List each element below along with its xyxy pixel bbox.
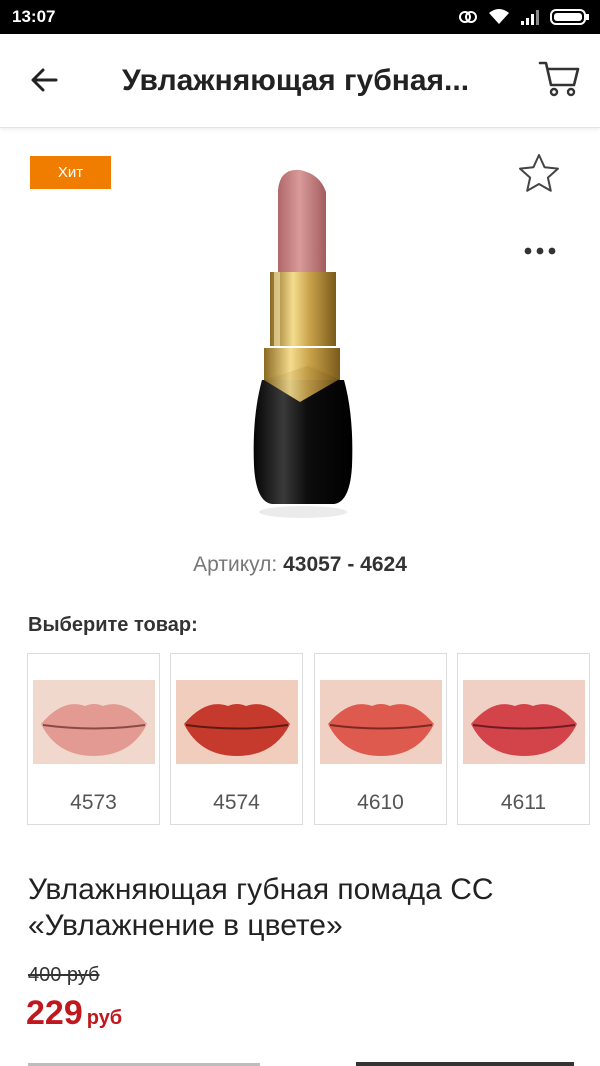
back-button[interactable] xyxy=(24,62,64,102)
new-price-amount: 229 xyxy=(26,994,83,1032)
favorite-button[interactable] xyxy=(514,150,564,200)
product-image xyxy=(240,166,366,522)
battery-icon xyxy=(550,8,590,26)
new-price: 229 руб xyxy=(26,994,122,1033)
new-price-currency: руб xyxy=(86,1007,123,1029)
status-bar: 13:07 xyxy=(0,0,600,34)
variant-card[interactable]: 4573 xyxy=(27,653,160,825)
variant-code: 4610 xyxy=(357,791,404,814)
link-icon xyxy=(458,8,478,26)
add-to-cart-button[interactable] xyxy=(356,1062,574,1066)
variant-code: 4573 xyxy=(70,791,117,814)
more-options-button[interactable] xyxy=(514,234,566,270)
variant-code: 4574 xyxy=(213,791,260,814)
lip-swatch-image xyxy=(176,680,298,764)
signal-icon xyxy=(520,8,540,26)
page-title: Увлажняющая губная... xyxy=(122,64,470,97)
wifi-icon xyxy=(488,8,510,26)
variant-card[interactable]: 4611 xyxy=(457,653,590,825)
lip-swatch-image xyxy=(463,680,585,764)
variant-code: 4611 xyxy=(500,791,547,814)
cart-button[interactable] xyxy=(534,58,584,104)
choose-product-label: Выберите товар: xyxy=(28,614,198,636)
variant-card[interactable]: 4574 xyxy=(170,653,303,825)
hit-badge: Хит xyxy=(30,156,111,189)
product-name: Увлажняющая губная помада СС «Увлажнение… xyxy=(28,873,494,942)
star-icon xyxy=(518,153,560,198)
cart-icon xyxy=(538,60,580,103)
arrow-left-icon xyxy=(30,67,58,98)
article-value: 43057 - 4624 xyxy=(283,553,407,576)
status-time: 13:07 xyxy=(12,7,56,26)
variant-card[interactable]: 4610 xyxy=(314,653,447,825)
status-icons xyxy=(458,7,590,27)
lip-swatch-image xyxy=(33,680,155,764)
lip-swatch-image xyxy=(320,680,442,764)
article-label: Артикул: xyxy=(193,553,278,576)
more-dots-icon xyxy=(523,243,557,261)
variant-list: 4573 4574 4610 4611 xyxy=(27,653,591,825)
article-number: Артикул: 43057 - 4624 xyxy=(0,553,600,577)
old-price: 400 руб xyxy=(28,964,100,986)
app-bar: Увлажняющая губная... xyxy=(0,34,600,128)
